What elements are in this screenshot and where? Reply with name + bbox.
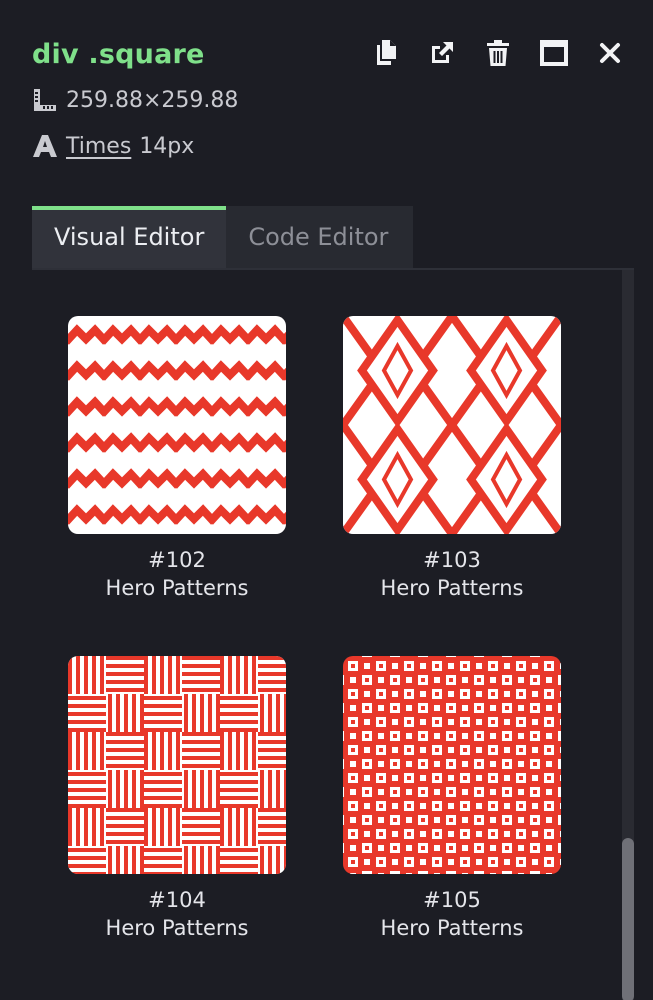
editor-tabs: Visual Editor Code Editor [32,206,414,268]
tab-code-editor[interactable]: Code Editor [226,206,414,268]
open-external-icon[interactable] [427,38,457,68]
scrollbar-track[interactable] [622,270,634,1000]
pattern-thumbnail-103[interactable] [343,316,561,534]
pattern-source: Hero Patterns [105,916,249,940]
font-row: Times 14px [32,130,632,162]
tab-visual-editor[interactable]: Visual Editor [32,206,227,268]
copy-icon[interactable] [371,38,401,68]
pattern-source: Hero Patterns [380,916,524,940]
pattern-card[interactable]: #104 Hero Patterns [68,656,286,942]
pattern-number: #105 [423,888,481,912]
pattern-thumbnail-102[interactable] [68,316,286,534]
pattern-source: Hero Patterns [105,576,249,600]
ruler-icon [32,86,58,114]
panel-icon[interactable] [539,38,569,68]
pattern-thumbnail-104[interactable] [68,656,286,874]
pattern-card[interactable]: #105 Hero Patterns [343,656,561,942]
font-size-value: 14px [139,133,195,159]
pattern-gallery: #102 Hero Patterns #103 Hero Patterns #1… [32,268,634,1000]
dimensions-row: 259.88×259.88 [32,84,632,116]
scrollbar-thumb[interactable] [622,838,634,1000]
pattern-number: #104 [148,888,206,912]
close-icon[interactable] [595,38,625,68]
trash-icon[interactable] [483,38,513,68]
element-class: .square [88,39,205,70]
pattern-card[interactable]: #103 Hero Patterns [343,316,561,602]
pattern-number: #103 [423,548,481,572]
pattern-source: Hero Patterns [380,576,524,600]
toolbar [371,38,625,68]
pattern-thumbnail-105[interactable] [343,656,561,874]
font-icon [32,132,58,160]
dimensions-value: 259.88×259.88 [66,87,239,113]
element-tag: div [32,39,79,70]
font-family-link[interactable]: Times [66,134,131,159]
pattern-number: #102 [148,548,206,572]
pattern-card[interactable]: #102 Hero Patterns [68,316,286,602]
